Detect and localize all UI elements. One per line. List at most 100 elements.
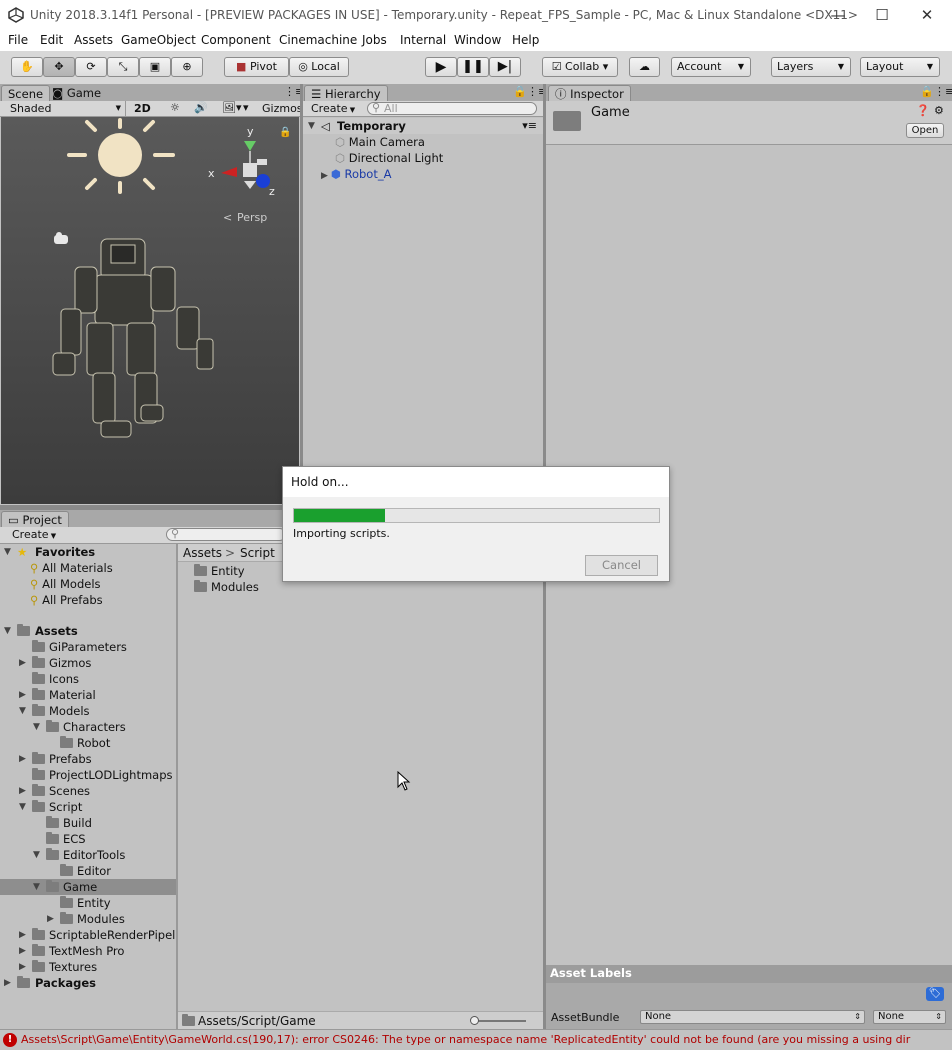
expand-arrow-icon[interactable]: ▶ (19, 783, 26, 799)
expand-arrow-icon[interactable]: ▶ (19, 927, 26, 943)
tab-project[interactable]: ▭ Project (1, 511, 69, 527)
project-tree-item[interactable]: ▼ Models (0, 703, 176, 719)
expand-arrow-icon[interactable]: ▶ (47, 911, 54, 927)
menu-help[interactable]: Help (512, 33, 539, 47)
variant-dropdown[interactable]: None ⇕ (873, 1010, 946, 1024)
breadcrumb-assets[interactable]: Assets (183, 546, 222, 560)
audio-toggle-icon[interactable]: 🔊 (194, 101, 208, 114)
project-file-item[interactable]: Modules (194, 579, 259, 595)
project-file-item[interactable]: Entity (194, 563, 245, 579)
maximize-button[interactable]: ☐ (869, 5, 895, 25)
scene-root-row[interactable]: ▼ ◁ Temporary ▾≡ (303, 118, 543, 134)
menu-jobs[interactable]: Jobs (362, 33, 387, 47)
expand-arrow-icon[interactable]: ▼ (19, 799, 26, 815)
hand-tool-button[interactable]: ✋ (11, 57, 43, 77)
project-tree-item[interactable]: ▶ Textures (0, 959, 176, 975)
project-tree-item[interactable]: Entity (0, 895, 176, 911)
project-tree-item[interactable]: ▶ ScriptableRenderPipeli (0, 927, 176, 943)
menu-assets[interactable]: Assets (74, 33, 113, 47)
expand-arrow-icon[interactable]: ▼ (4, 623, 11, 639)
project-tree-item[interactable]: Icons (0, 671, 176, 687)
shading-mode-dropdown[interactable]: Shaded ▼ (4, 101, 126, 116)
hierarchy-search[interactable]: ⚲ All (367, 101, 537, 115)
favorite-item[interactable]: ⚲ All Materials (30, 560, 113, 576)
project-tree-item[interactable]: Robot (0, 735, 176, 751)
project-tree-item[interactable]: ProjectLODLightmaps (0, 767, 176, 783)
pivot-toggle[interactable]: ■ Pivot (224, 57, 289, 77)
cloud-button[interactable]: ☁ (629, 57, 660, 77)
tab-inspector[interactable]: ⓘ Inspector (548, 85, 631, 101)
open-button[interactable]: Open (906, 123, 944, 138)
slider-thumb[interactable] (470, 1016, 479, 1025)
project-tree-item[interactable]: ▶ Modules (0, 911, 176, 927)
expand-arrow-icon[interactable]: ▶ (4, 975, 11, 991)
play-button[interactable]: ▶ (425, 57, 457, 77)
project-tree-item[interactable]: ▼ Script (0, 799, 176, 815)
project-tree-item[interactable]: Editor (0, 863, 176, 879)
hierarchy-item[interactable]: ⬡ Directional Light (335, 150, 443, 166)
expand-arrow-icon[interactable]: ▼ (308, 118, 315, 134)
scale-tool-button[interactable]: ⤡ (107, 57, 139, 77)
gizmos-dropdown[interactable]: Gizmos (262, 102, 303, 115)
effects-toggle-icon[interactable]: 🖼▾ (222, 101, 242, 114)
project-tree-item[interactable]: ▶ TextMesh Pro (0, 943, 176, 959)
2d-toggle[interactable]: 2D (134, 102, 151, 115)
layers-dropdown[interactable]: Layers ▼ (771, 57, 851, 77)
expand-arrow-icon[interactable]: ▼ (4, 544, 11, 560)
lock-icon[interactable]: 🔒 (279, 126, 291, 138)
help-icon[interactable]: ❓ (916, 104, 930, 117)
expand-arrow-icon[interactable]: ▼ (33, 719, 40, 735)
lock-icon[interactable]: 🔒 (513, 85, 527, 98)
panel-menu-icon[interactable]: ⋮≡ (934, 85, 952, 98)
project-tree-item[interactable]: Build (0, 815, 176, 831)
project-tree-item[interactable]: ▶ Gizmos (0, 655, 176, 671)
hierarchy-create-dropdown[interactable]: Create ▼ (311, 102, 355, 115)
console-status-bar[interactable]: ! Assets\Script\Game\Entity\GameWorld.cs… (0, 1029, 952, 1050)
minimize-button[interactable]: — (825, 5, 851, 25)
rect-tool-button[interactable]: ▣ (139, 57, 171, 77)
layout-dropdown[interactable]: Layout ▼ (860, 57, 940, 77)
perspective-label[interactable]: Persp (237, 211, 267, 224)
tab-scene[interactable]: Scene (1, 85, 51, 101)
label-tag-icon[interactable]: 🏷 (926, 987, 944, 1001)
menu-file[interactable]: File (8, 33, 28, 47)
project-tree-item[interactable]: ▶ Scenes (0, 783, 176, 799)
menu-edit[interactable]: Edit (40, 33, 63, 47)
scene-viewport[interactable]: y x z < Persp 🔒 (1, 117, 299, 504)
project-tree-item[interactable]: ECS (0, 831, 176, 847)
expand-arrow-icon[interactable]: ▶ (19, 959, 26, 975)
lock-icon[interactable]: 🔒 (920, 85, 934, 98)
icon-size-slider[interactable] (474, 1020, 526, 1022)
project-search[interactable]: ⚲ (166, 527, 286, 541)
expand-arrow-icon[interactable]: ▼ (33, 847, 40, 863)
projection-icon[interactable]: < (223, 211, 232, 224)
expand-arrow-icon[interactable]: ▶ (19, 751, 26, 767)
project-tree-item[interactable]: GiParameters (0, 639, 176, 655)
move-tool-button[interactable]: ✥ (43, 57, 75, 77)
hierarchy-item[interactable]: ▶ ⬢ Robot_A (321, 166, 391, 182)
expand-arrow-icon[interactable]: ▶ (321, 171, 331, 181)
lighting-toggle-icon[interactable]: ☼ (170, 101, 180, 114)
favorite-item[interactable]: ⚲ All Prefabs (30, 592, 103, 608)
collab-dropdown[interactable]: ☑ Collab ▾ (542, 57, 618, 77)
menu-gameobject[interactable]: GameObject (121, 33, 196, 47)
menu-window[interactable]: Window (454, 33, 501, 47)
transform-tool-button[interactable]: ⊕ (171, 57, 203, 77)
hierarchy-item[interactable]: ⬡ Main Camera (335, 134, 425, 150)
expand-arrow-icon[interactable]: ▼ (33, 879, 40, 895)
expand-arrow-icon[interactable]: ▶ (19, 687, 26, 703)
local-toggle[interactable]: ◎ Local (289, 57, 349, 77)
project-tree-item[interactable]: ▼ EditorTools (0, 847, 176, 863)
assetbundle-dropdown[interactable]: None ⇕ (640, 1010, 865, 1024)
account-dropdown[interactable]: Account ▼ (671, 57, 751, 77)
project-tree-item[interactable]: ▼ Characters (0, 719, 176, 735)
scene-visibility-icon[interactable]: ▾ (243, 101, 249, 114)
project-tree-item[interactable]: ▼ Game (0, 879, 176, 895)
scene-menu-icon[interactable]: ▾≡ (522, 118, 537, 134)
pause-button[interactable]: ❚❚ (457, 57, 489, 77)
expand-arrow-icon[interactable]: ▶ (19, 943, 26, 959)
project-create-dropdown[interactable]: Create ▼ (12, 528, 56, 541)
project-tree-item[interactable]: ▶ Material (0, 687, 176, 703)
breadcrumb-script[interactable]: Script (240, 546, 275, 560)
cancel-button[interactable]: Cancel (585, 555, 658, 576)
